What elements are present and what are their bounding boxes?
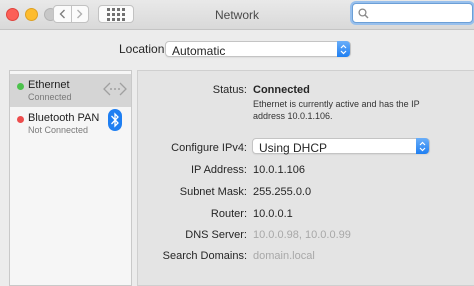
search-domains-label: Search Domains: [162,250,247,262]
subnet-mask-label: Subnet Mask: [179,186,247,198]
title-bar: Network [0,0,474,30]
service-status: Not Connected [28,125,89,135]
dns-server-label: DNS Server: [185,229,247,241]
location-popup[interactable]: Automatic [165,41,351,58]
ethernet-icon [103,79,127,102]
configure-ipv4-value: Using DHCP [259,141,328,155]
status-description: Ethernet is currently active and has the… [253,99,420,121]
service-item-bluetooth-pan[interactable]: Bluetooth PAN Not Connected [10,107,131,140]
service-list: Ethernet Connected Bluetooth PAN Not Con… [9,70,132,286]
search-icon [358,8,369,19]
updown-chevron-icon [337,41,350,57]
updown-chevron-icon [416,138,429,154]
subnet-mask-value: 255.255.0.0 [253,186,312,198]
service-item-ethernet[interactable]: Ethernet Connected [10,74,131,107]
service-name: Ethernet [28,79,70,91]
dns-server-value: 10.0.0.98, 10.0.0.99 [253,229,351,241]
status-label: Status: [212,84,247,96]
status-dot [17,116,24,123]
configure-ipv4-popup[interactable]: Using DHCP [252,138,430,155]
search-domains-value: domain.local [253,250,315,262]
location-value: Automatic [172,44,226,58]
service-status: Connected [28,92,72,102]
router-value: 10.0.0.1 [253,208,293,220]
location-label: Location: [119,42,168,56]
service-name: Bluetooth PAN [28,112,100,124]
configure-ipv4-label: Configure IPv4: [171,142,247,154]
status-value: Connected [253,84,310,96]
status-dot [17,83,24,90]
ip-address-label: IP Address: [190,164,247,176]
bluetooth-icon [108,109,122,134]
ip-address-value: 10.0.1.106 [253,164,305,176]
search-field[interactable] [352,3,473,23]
router-label: Router: [210,208,247,220]
